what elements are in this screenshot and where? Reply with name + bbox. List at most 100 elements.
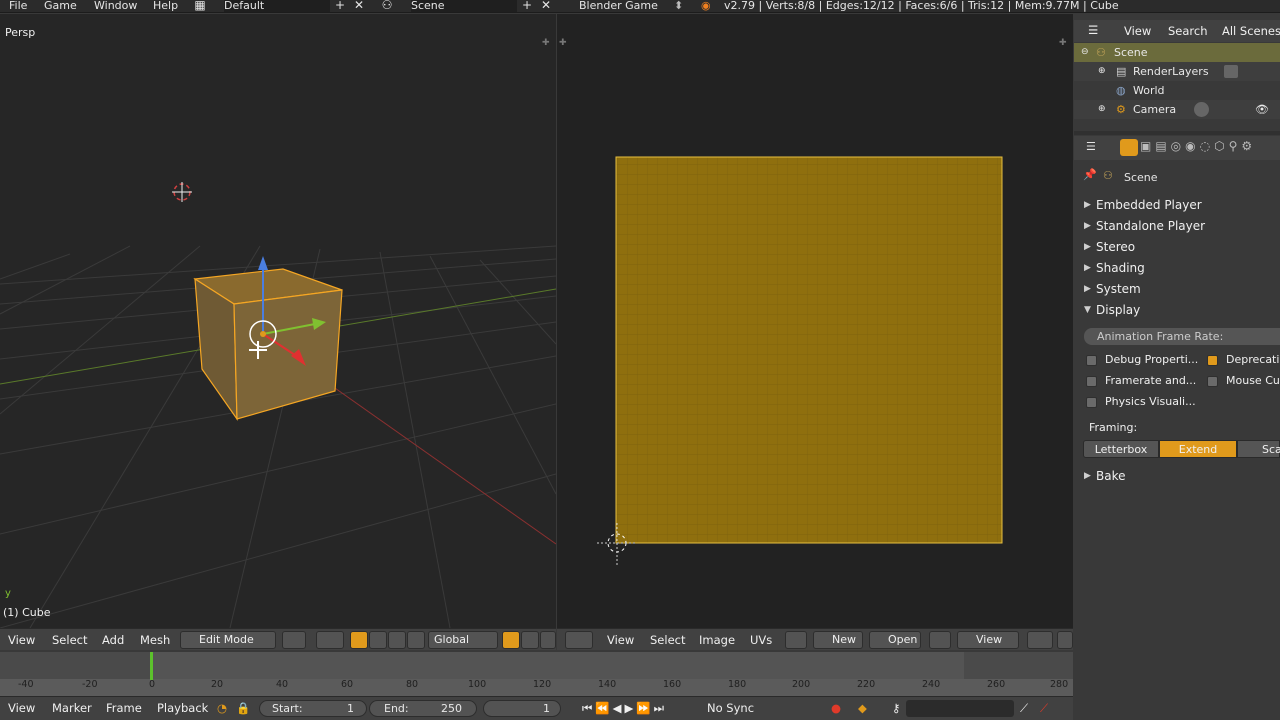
uv-canvas[interactable] <box>557 14 1073 628</box>
keying-set-icon[interactable]: ⚷ <box>892 701 900 715</box>
editor-type-icon[interactable] <box>565 631 593 649</box>
edge-select-icon[interactable] <box>521 631 539 649</box>
image-browse-icon[interactable] <box>785 631 807 649</box>
open-image-button[interactable]: Open <box>869 631 921 649</box>
new-image-button[interactable]: New <box>813 631 863 649</box>
pivot-icon[interactable] <box>316 631 344 649</box>
add-scene-icon[interactable]: + <box>520 0 534 12</box>
record-icon[interactable]: ● <box>831 701 841 715</box>
timeline[interactable]: -40 -20 0 20 40 60 80 100 120 140 160 18… <box>0 652 1073 696</box>
timeline-menu-marker[interactable]: Marker <box>52 701 92 715</box>
engine-dropdown-icon[interactable]: ⬍ <box>674 0 683 12</box>
view3d-menu-view[interactable]: View <box>8 633 35 647</box>
screen-layout-field[interactable]: Default <box>224 0 330 12</box>
playback-controls[interactable]: ⏮⏪◀▶⏩⏭ <box>582 701 667 716</box>
framing-letterbox-button[interactable]: Letterbox <box>1083 440 1159 458</box>
pivot-icon[interactable] <box>1027 631 1053 649</box>
debug-properties-checkbox[interactable] <box>1086 355 1097 366</box>
view-mode-dropdown[interactable]: View <box>957 631 1019 649</box>
render-tab-icon[interactable] <box>1120 139 1138 156</box>
outliner-item-scene[interactable]: ⊖ ⚇ Scene <box>1074 43 1280 62</box>
delete-scene-icon[interactable]: ✕ <box>539 0 553 12</box>
timeline-menu-view[interactable]: View <box>8 701 35 715</box>
cube-mesh[interactable] <box>193 268 343 421</box>
uv-image-editor[interactable]: ✚ ✚ <box>557 14 1073 628</box>
panel-display[interactable]: ▼ Display <box>1076 300 1280 320</box>
end-frame-field[interactable]: End: 250 <box>369 700 477 717</box>
image-menu-image[interactable]: Image <box>699 633 735 647</box>
face-select-icon[interactable] <box>540 631 556 649</box>
insert-keyframe-icon[interactable]: ⟋ <box>1020 701 1028 716</box>
preview-range-icon[interactable]: ◔ <box>217 701 227 715</box>
sync-selection-icon[interactable] <box>1057 631 1073 649</box>
mouse-cursor-checkbox[interactable] <box>1207 376 1218 387</box>
mode-dropdown[interactable]: Edit Mode <box>180 631 276 649</box>
outliner-filter-dropdown[interactable]: All Scenes <box>1222 24 1280 38</box>
sync-mode-dropdown[interactable]: No Sync <box>707 701 754 715</box>
lock-icon[interactable]: 🔒 <box>236 701 250 715</box>
area-corner-icon[interactable]: ✚ <box>1059 38 1067 48</box>
menu-game[interactable]: Game <box>44 0 77 12</box>
pin-icon[interactable]: 📌 <box>1083 168 1097 181</box>
timeline-menu-playback[interactable]: Playback <box>157 701 208 715</box>
keyframe-icon[interactable]: ◆ <box>858 701 867 715</box>
expand-icon[interactable]: ⊕ <box>1098 62 1106 81</box>
manipulator-toggle-icon[interactable] <box>350 631 368 649</box>
outliner-display-icon[interactable]: ☰ <box>1088 23 1098 37</box>
expand-icon[interactable]: ⊕ <box>1098 100 1106 119</box>
screen-layout-icon[interactable]: ▦ <box>193 0 207 12</box>
current-frame-indicator[interactable] <box>150 652 153 680</box>
framing-extend-button[interactable]: Extend <box>1159 440 1237 458</box>
render-toggle-icon[interactable] <box>1224 65 1238 78</box>
panel-embedded-player[interactable]: ▶ Embedded Player <box>1076 195 1280 215</box>
timeline-menu-frame[interactable]: Frame <box>106 701 142 715</box>
collapse-icon[interactable]: ⊖ <box>1081 43 1089 62</box>
properties-tabs[interactable]: ▣▤◎◉◌⬡⚲⚙ <box>1140 139 1270 156</box>
outliner-menu-view[interactable]: View <box>1124 24 1151 38</box>
panel-standalone-player[interactable]: ▶ Standalone Player <box>1076 216 1280 236</box>
outliner-menu-search[interactable]: Search <box>1168 24 1208 38</box>
vertex-select-icon[interactable] <box>502 631 520 649</box>
scene-field[interactable]: Scene <box>411 0 517 12</box>
panel-shading[interactable]: ▶ Shading <box>1076 258 1280 278</box>
scale-icon[interactable] <box>407 631 425 649</box>
view3d-menu-mesh[interactable]: Mesh <box>140 633 170 647</box>
image-menu-uvs[interactable]: UVs <box>750 633 772 647</box>
area-corner-icon[interactable]: ✚ <box>542 38 550 48</box>
deprecation-checkbox[interactable] <box>1207 355 1218 366</box>
image-menu-select[interactable]: Select <box>650 633 685 647</box>
image-menu-view[interactable]: View <box>607 633 634 647</box>
menu-file[interactable]: File <box>9 0 27 12</box>
3d-viewport[interactable]: Persp y (1) Cube ✚ <box>0 14 556 628</box>
3d-cursor-icon[interactable] <box>172 182 192 202</box>
view3d-menu-select[interactable]: Select <box>52 633 87 647</box>
editor-type-icon[interactable]: ☰ <box>1086 140 1096 153</box>
menu-window[interactable]: Window <box>94 0 137 12</box>
panel-bake[interactable]: ▶ Bake <box>1076 466 1280 486</box>
current-frame-field[interactable]: 1 <box>483 700 561 717</box>
framing-scale-button[interactable]: Sca <box>1237 440 1280 458</box>
camera-data-icon[interactable] <box>1194 102 1209 117</box>
pin-icon[interactable] <box>929 631 951 649</box>
start-frame-field[interactable]: Start: 1 <box>259 700 367 717</box>
delete-screen-icon[interactable]: ✕ <box>352 0 366 12</box>
panel-system[interactable]: ▶ System <box>1076 279 1280 299</box>
shading-icon[interactable] <box>282 631 306 649</box>
framerate-checkbox[interactable] <box>1086 376 1097 387</box>
delete-keyframe-icon[interactable]: ⟋ <box>1040 701 1048 716</box>
outliner-item-camera[interactable]: ⊕ ⚙ Camera 👁 <box>1074 100 1280 119</box>
menu-help[interactable]: Help <box>153 0 178 12</box>
engine-selector[interactable]: Blender Game <box>579 0 658 12</box>
physics-visualization-checkbox[interactable] <box>1086 397 1097 408</box>
area-corner-icon[interactable]: ✚ <box>559 38 567 48</box>
keying-set-field[interactable] <box>906 700 1014 717</box>
outliner-item-renderlayers[interactable]: ⊕ ▤ RenderLayers <box>1074 62 1280 81</box>
view3d-menu-add[interactable]: Add <box>102 633 124 647</box>
3d-scene[interactable] <box>0 14 556 628</box>
outliner-item-world[interactable]: ◍ World <box>1074 81 1280 100</box>
rotate-icon[interactable] <box>388 631 406 649</box>
translate-icon[interactable] <box>369 631 387 649</box>
animation-frame-rate-field[interactable]: Animation Frame Rate: <box>1084 328 1280 345</box>
add-screen-icon[interactable]: + <box>333 0 347 12</box>
visibility-eye-icon[interactable]: 👁 <box>1255 100 1269 119</box>
